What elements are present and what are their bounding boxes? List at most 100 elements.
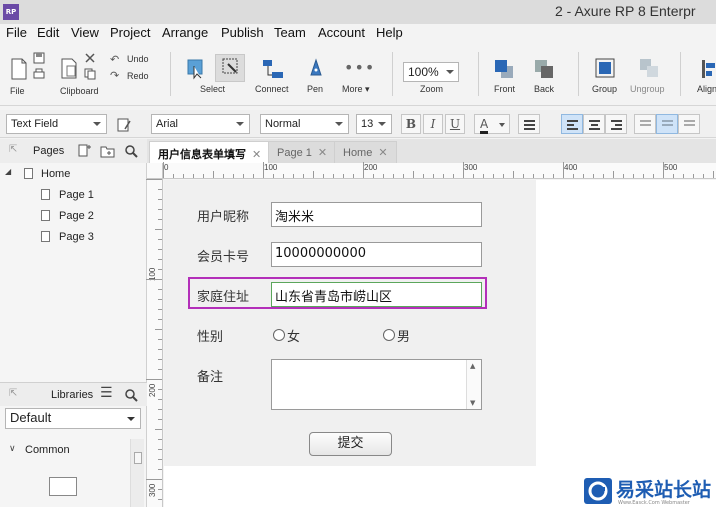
- library-scrollbar[interactable]: [130, 439, 144, 507]
- ruler-tick: [158, 389, 162, 390]
- align-center-button[interactable]: [583, 114, 605, 134]
- zoom-label: Zoom: [420, 84, 444, 94]
- select-contained-button[interactable]: [215, 54, 245, 82]
- menu-icon[interactable]: ☰: [100, 385, 113, 401]
- close-icon[interactable]: ✕: [378, 147, 387, 159]
- ruler-tick: [313, 171, 314, 178]
- align-bottom-button[interactable]: [678, 114, 700, 134]
- clipboard-label: Clipboard: [60, 86, 99, 96]
- tree-expand-icon[interactable]: ◢: [5, 167, 11, 176]
- bring-front-icon[interactable]: [493, 58, 515, 80]
- font-size-select[interactable]: 13: [356, 114, 392, 134]
- select-contained-icon: [222, 58, 238, 74]
- bullet-list-button[interactable]: [518, 114, 540, 134]
- pages-panel-header: ⇱ Pages: [0, 139, 147, 163]
- card-number-input[interactable]: 10000000000: [271, 242, 482, 267]
- print-icon[interactable]: [33, 68, 45, 80]
- back-label: Back: [534, 84, 555, 94]
- redo-button[interactable]: Redo: [127, 71, 149, 81]
- submit-button[interactable]: 提交: [309, 432, 392, 456]
- pen-icon[interactable]: [307, 57, 325, 79]
- align-middle-button[interactable]: [656, 114, 678, 134]
- library-select[interactable]: Default: [5, 408, 141, 429]
- ruler-label: 200: [364, 163, 378, 172]
- undo-button[interactable]: Undo: [127, 54, 149, 64]
- align-top-button[interactable]: [634, 114, 656, 134]
- menu-team[interactable]: Team: [274, 25, 306, 40]
- tab-page-1[interactable]: Page 1 ✕: [268, 141, 337, 163]
- scroll-thumb[interactable]: [134, 452, 142, 464]
- menu-project[interactable]: Project: [110, 25, 150, 40]
- add-page-icon[interactable]: [77, 144, 91, 158]
- remark-textarea[interactable]: ▲ ▼: [271, 359, 482, 410]
- align-right-button[interactable]: [605, 114, 627, 134]
- card-number-label: 会员卡号: [197, 250, 250, 265]
- group-icon[interactable]: [594, 57, 616, 79]
- menu-help[interactable]: Help: [376, 25, 403, 40]
- font-family-select[interactable]: Arial: [151, 114, 250, 134]
- ungroup-icon[interactable]: [638, 57, 660, 79]
- menu-publish[interactable]: Publish: [221, 25, 264, 40]
- design-canvas[interactable]: 用户昵称 淘米米 会员卡号 10000000000 家庭住址 山东省青岛市崂山区…: [164, 180, 716, 507]
- tab-user-form[interactable]: 用户信息表单填写 ✕: [149, 141, 271, 163]
- scroll-up-icon[interactable]: ▲: [470, 362, 475, 370]
- close-icon[interactable]: ✕: [318, 147, 327, 159]
- cut-icon[interactable]: [84, 52, 96, 64]
- menu-arrange[interactable]: Arrange: [162, 25, 208, 40]
- radio-male[interactable]: [383, 329, 395, 341]
- font-weight-select[interactable]: Normal: [260, 114, 349, 134]
- ruler-tick: [303, 174, 304, 178]
- add-folder-icon[interactable]: [100, 144, 116, 158]
- file-icon[interactable]: [10, 58, 28, 80]
- underline-button[interactable]: U: [445, 114, 465, 134]
- radio-female[interactable]: [273, 329, 285, 341]
- axure-logo-icon: RP: [3, 4, 19, 20]
- bold-button[interactable]: B: [401, 114, 421, 134]
- paste-icon[interactable]: [59, 56, 79, 80]
- redo-icon[interactable]: ↷: [110, 69, 119, 82]
- collapse-panel-icon[interactable]: ⇱: [9, 388, 17, 399]
- menu-file[interactable]: File: [6, 25, 27, 40]
- more-button[interactable]: More ▾: [342, 84, 370, 95]
- ruler-tick: [703, 174, 704, 178]
- ruler-tick: [673, 174, 674, 178]
- tab-home[interactable]: Home ✕: [334, 141, 397, 163]
- align-left-button[interactable]: [561, 114, 583, 134]
- save-icon[interactable]: [33, 52, 45, 64]
- close-icon[interactable]: ✕: [252, 149, 261, 161]
- menu-account[interactable]: Account: [318, 25, 365, 40]
- toolbar-separator: [478, 52, 479, 96]
- search-icon[interactable]: [124, 144, 138, 158]
- collapse-panel-icon[interactable]: ⇱: [9, 144, 17, 155]
- menu-edit[interactable]: Edit: [37, 25, 59, 40]
- ruler-tick: [383, 174, 384, 178]
- undo-icon[interactable]: ↶: [110, 53, 119, 66]
- font-weight-value: Normal: [265, 118, 301, 130]
- address-input[interactable]: 山东省青岛市崂山区: [271, 282, 482, 307]
- send-back-icon[interactable]: [533, 58, 555, 80]
- box-widget-thumbnail[interactable]: [49, 477, 77, 496]
- zoom-select[interactable]: 100%: [403, 62, 459, 82]
- search-icon[interactable]: [124, 388, 138, 402]
- font-color-button[interactable]: A: [474, 114, 510, 134]
- ruler-tick: [663, 162, 664, 178]
- ungroup-label: Ungroup: [630, 84, 665, 94]
- nickname-input[interactable]: 淘米米: [271, 202, 482, 227]
- copy-icon[interactable]: [84, 68, 96, 80]
- ruler-tick: [333, 174, 334, 178]
- more-icon[interactable]: •••: [344, 58, 375, 77]
- connect-icon[interactable]: [262, 58, 284, 80]
- male-label: 男: [397, 330, 411, 345]
- ruler-tick: [158, 309, 162, 310]
- scroll-down-icon[interactable]: ▼: [470, 399, 475, 407]
- align-icon[interactable]: [700, 58, 716, 80]
- chevron-down-icon: [93, 122, 101, 126]
- italic-button[interactable]: I: [423, 114, 443, 134]
- textarea-scrollbar[interactable]: ▲ ▼: [466, 360, 481, 409]
- widget-type-select[interactable]: Text Field: [6, 114, 107, 134]
- select-intersect-icon[interactable]: [186, 58, 206, 80]
- menu-view[interactable]: View: [71, 25, 99, 40]
- zoom-value: 100%: [408, 65, 439, 79]
- group-label: Group: [592, 84, 618, 94]
- edit-style-icon[interactable]: [116, 117, 132, 133]
